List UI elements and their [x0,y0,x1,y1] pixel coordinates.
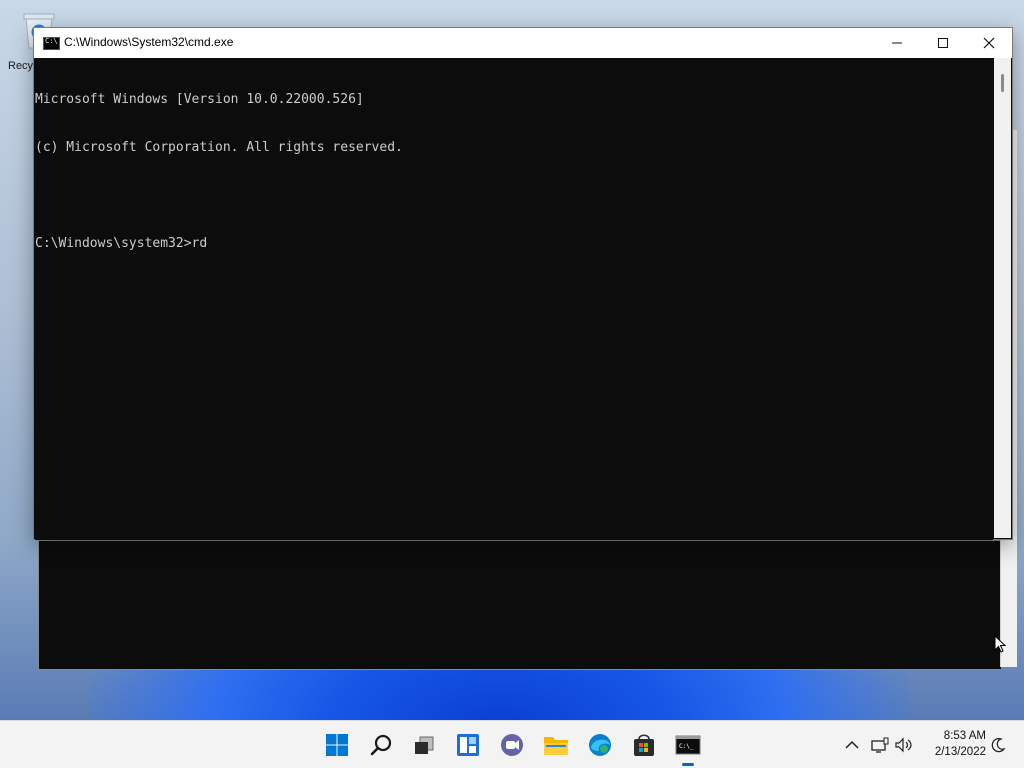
cmd-icon: C:\ [43,37,60,50]
vertical-scrollbar[interactable] [994,58,1011,538]
close-button[interactable] [966,28,1012,58]
maximize-button[interactable] [920,28,966,58]
search-icon [370,734,392,756]
file-explorer-button[interactable] [542,731,570,759]
active-app-indicator [682,763,694,766]
recycle-bin-label[interactable]: Recy [8,60,33,72]
cmd-window[interactable]: C:\ C:\Windows\System32\cmd.exe Microsof… [33,27,1013,540]
console-line: (c) Microsoft Corporation. All rights re… [35,140,403,155]
chevron-up-icon [845,740,859,749]
volume-button[interactable] [894,735,914,755]
start-button[interactable] [323,731,351,759]
teams-chat-icon [501,734,523,756]
console-prompt-line[interactable]: C:\Windows\system32>rd [35,236,993,252]
store-button[interactable] [630,731,658,759]
network-button[interactable] [870,735,890,755]
show-hidden-icons-button[interactable] [842,735,862,755]
edge-icon [589,734,611,756]
network-icon [871,737,889,753]
widgets-icon [457,734,479,756]
widgets-button[interactable] [454,731,482,759]
maximize-icon [938,38,948,48]
search-button[interactable] [367,731,395,759]
store-icon [634,734,654,756]
console-output[interactable]: Microsoft Windows [Version 10.0.22000.52… [35,58,993,540]
minimize-button[interactable] [874,28,920,58]
moon-icon [991,738,1006,753]
taskbar: C:\_ 8:53 AM 2/13/2022 [0,720,1024,768]
scrollbar-thumb[interactable] [1001,74,1004,92]
clock[interactable]: 8:53 AM 2/13/2022 [920,728,986,760]
windows-logo-icon [326,734,348,756]
close-icon [983,37,995,49]
edge-button[interactable] [586,731,614,759]
speaker-icon [895,737,912,753]
title-bar[interactable]: C:\ C:\Windows\System32\cmd.exe [34,28,1012,58]
chat-button[interactable] [498,731,526,759]
cmd-taskbar-icon: C:\_ [675,735,701,755]
mouse-cursor-icon [994,635,1006,653]
task-view-button[interactable] [410,731,438,759]
svg-text:C:\_: C:\_ [679,743,694,750]
focus-assist-button[interactable] [988,735,1008,755]
folder-icon [544,737,568,755]
clock-date: 2/13/2022 [934,746,986,758]
window-title: C:\Windows\System32\cmd.exe [64,35,234,49]
task-view-icon [415,736,434,754]
background-console-window[interactable] [38,540,1002,670]
console-line: Microsoft Windows [Version 10.0.22000.52… [35,92,364,107]
minimize-icon [892,42,902,44]
desktop: Recy C:\ C:\Windows\System32\cmd.exe Mic… [0,0,1024,768]
command-prompt-button[interactable]: C:\_ [674,731,702,759]
clock-time: 8:53 AM [943,730,986,742]
